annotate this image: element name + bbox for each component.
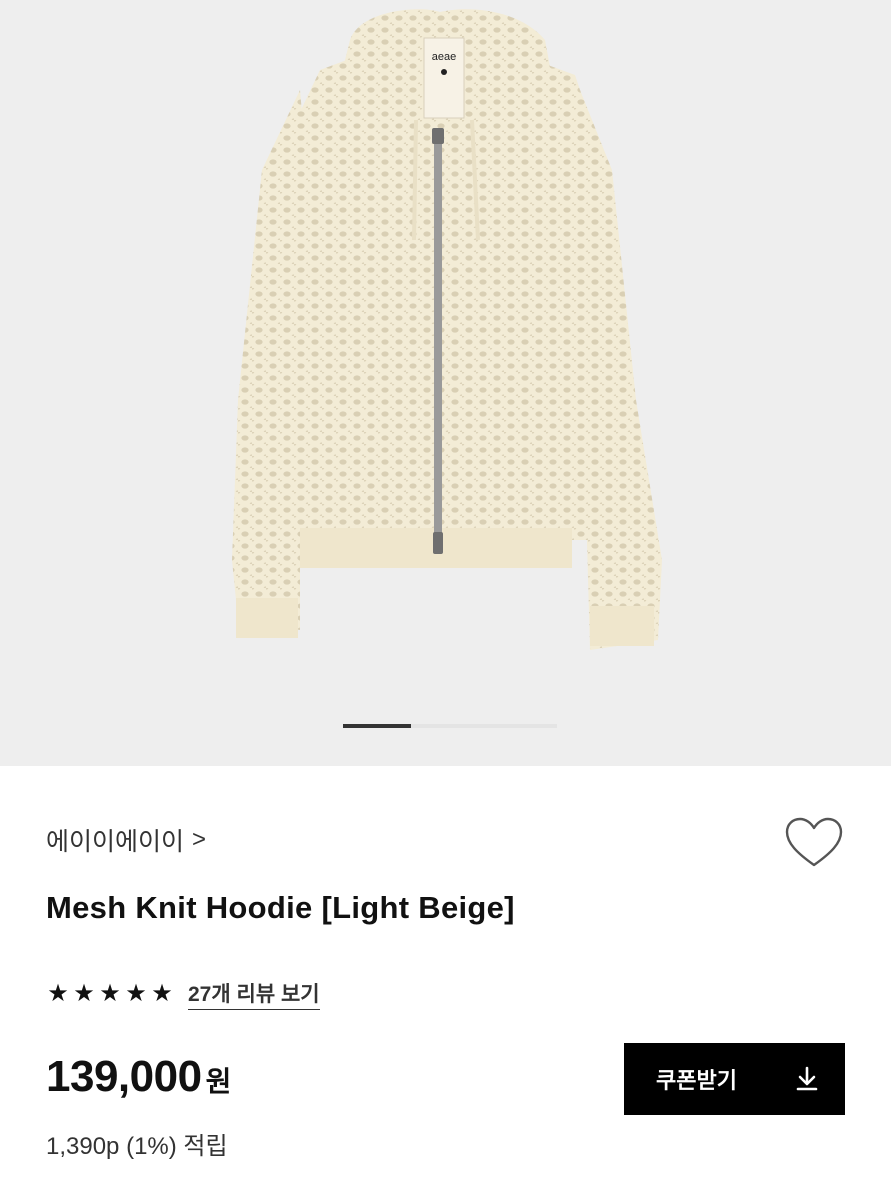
download-icon bbox=[796, 1066, 818, 1091]
star-icon: ★ bbox=[47, 980, 69, 1007]
pager-track bbox=[411, 724, 557, 728]
wishlist-button[interactable] bbox=[783, 815, 845, 871]
product-photo-hoodie: aeae bbox=[232, 9, 662, 650]
star-icon: ★ bbox=[99, 980, 121, 1007]
garment-tag-text: aeae bbox=[432, 51, 456, 63]
star-rating: ★ ★ ★ ★ ★ bbox=[46, 982, 174, 1006]
price-amount: 139,000 bbox=[46, 1052, 202, 1101]
coupon-button-label: 쿠폰받기 bbox=[656, 1068, 737, 1093]
star-icon: ★ bbox=[73, 980, 95, 1007]
carousel-pager bbox=[343, 724, 557, 728]
review-link[interactable]: 27개 리뷰 보기 bbox=[188, 978, 320, 1010]
reward-points: 1,390p (1%) 적립 bbox=[46, 1133, 228, 1160]
star-icon: ★ bbox=[151, 980, 173, 1007]
chevron-right-icon: > bbox=[192, 826, 207, 853]
brand-link[interactable]: 에이이에이이 > bbox=[46, 820, 206, 860]
brand-name: 에이이에이이 bbox=[46, 828, 185, 856]
heart-outline-icon bbox=[785, 817, 843, 867]
price-unit: 원 bbox=[205, 1066, 232, 1097]
product-image-carousel[interactable]: aeae bbox=[0, 0, 891, 766]
get-coupon-button[interactable]: 쿠폰받기 bbox=[624, 1043, 845, 1115]
star-icon: ★ bbox=[125, 980, 147, 1007]
price: 139,000 원 bbox=[46, 1052, 231, 1102]
pager-active-indicator bbox=[343, 724, 411, 728]
product-title: Mesh Knit Hoodie [Light Beige] bbox=[46, 890, 515, 925]
rating-row: ★ ★ ★ ★ ★ 27개 리뷰 보기 bbox=[46, 978, 320, 1010]
